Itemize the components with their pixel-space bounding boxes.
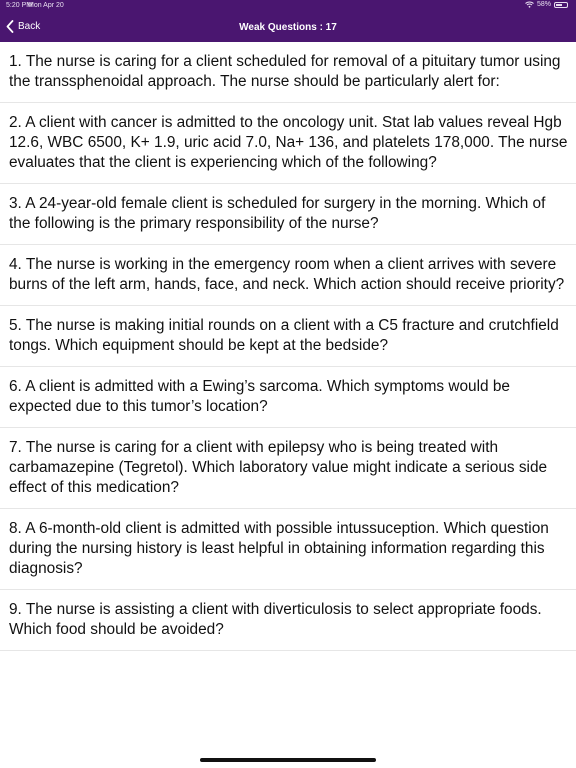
- question-item[interactable]: 9. The nurse is assisting a client with …: [0, 590, 576, 651]
- question-item[interactable]: 4. The nurse is working in the emergency…: [0, 245, 576, 306]
- battery-percent: 58%: [536, 1, 551, 8]
- question-list: 1. The nurse is caring for a client sche…: [0, 42, 576, 712]
- nav-bar: Back Weak Questions : 17: [0, 14, 576, 42]
- header: 5:20 PM Mon Apr 20 58% Back Weak Questio…: [0, 0, 576, 42]
- status-indicators: 58%: [525, 1, 568, 8]
- question-item[interactable]: 2. A client with cancer is admitted to t…: [0, 103, 576, 184]
- question-item[interactable]: 1. The nurse is caring for a client sche…: [0, 42, 576, 103]
- page-title: Weak Questions : 17: [239, 22, 337, 33]
- wifi-icon: [525, 1, 534, 8]
- question-item[interactable]: 8. A 6-month-old client is admitted with…: [0, 509, 576, 590]
- status-bar: 5:20 PM Mon Apr 20 58%: [0, 0, 576, 12]
- question-item[interactable]: 3. A 24-year-old female client is schedu…: [0, 184, 576, 245]
- question-item[interactable]: 5. The nurse is making initial rounds on…: [0, 306, 576, 367]
- question-item[interactable]: 6. A client is admitted with a Ewing’s s…: [0, 367, 576, 428]
- battery-icon: [554, 1, 568, 8]
- question-item[interactable]: 7. The nurse is caring for a client with…: [0, 428, 576, 509]
- home-indicator[interactable]: [200, 758, 376, 762]
- status-date: Mon Apr 20: [28, 2, 64, 9]
